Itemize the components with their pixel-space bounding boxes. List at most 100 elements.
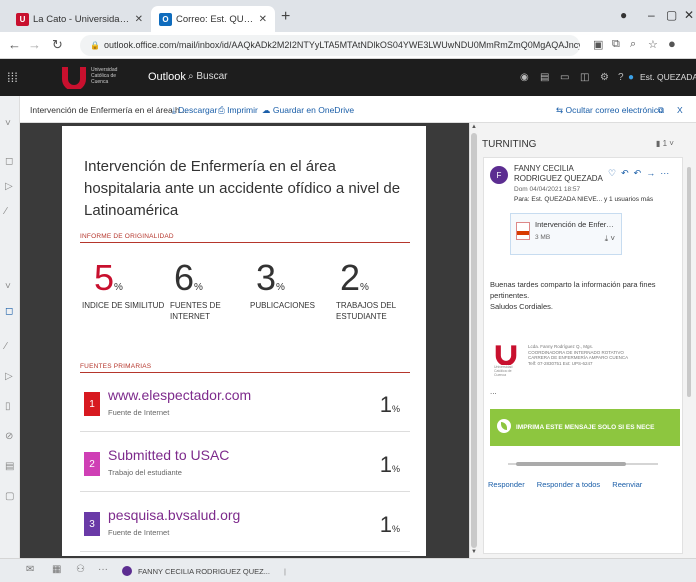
extension-icon[interactable]: ▣	[593, 38, 603, 51]
reading-pane-scrollbar[interactable]	[686, 157, 692, 554]
browser-tab-outlook[interactable]: O Correo: Est. QUEZADA NIEVES C ✕	[151, 6, 275, 32]
note-icon[interactable]: ▭	[560, 72, 569, 83]
calendar-icon[interactable]: ◫	[580, 72, 589, 83]
reload-icon[interactable]: ↻	[52, 37, 63, 53]
forward-icon[interactable]: →	[646, 168, 655, 178]
like-icon[interactable]: ♡	[608, 168, 616, 178]
quoted-text-toggle[interactable]: ...	[490, 387, 497, 396]
url-field[interactable]: 🔒 outlook.office.com/mail/inbox/id/AAQkAD…	[80, 35, 580, 56]
help-icon[interactable]: ?	[618, 72, 624, 83]
save-onedrive-button[interactable]: ☁ Guardar en OneDrive	[262, 105, 354, 116]
app-launcher-icon[interactable]: ⁞⁞⁞	[7, 70, 18, 85]
document-page: Intervención de Enfermería en el área ho…	[62, 126, 426, 556]
bookmark-star-icon[interactable]: ☆	[648, 38, 658, 51]
source-row: 2 Submitted to USAC Trabajo del estudian…	[80, 438, 410, 492]
document-title: Intervención de Enfermería en el área ho…	[84, 158, 401, 219]
send-icon[interactable]: ▷	[5, 371, 13, 382]
stat-value: 5	[94, 257, 115, 298]
draft-avatar-icon	[122, 566, 132, 576]
reply-icon[interactable]: ↶	[621, 168, 629, 178]
scroll-up-icon[interactable]: ▲	[471, 124, 477, 130]
people-icon[interactable]: ⚇	[76, 564, 85, 575]
publications-stat: 3% PUBLICACIONES	[250, 257, 315, 311]
profile-dot-icon[interactable]: ●	[620, 8, 627, 22]
tab-title: Correo: Est. QUEZADA NIEVES C	[176, 13, 255, 25]
edit-icon[interactable]: ∕	[5, 206, 7, 217]
scrollbar-thumb[interactable]	[687, 167, 691, 397]
user-label[interactable]: Est. QUEZADA NIE...	[640, 72, 696, 82]
archive-icon[interactable]: ▤	[5, 461, 14, 472]
university-logo-icon	[62, 67, 86, 89]
skype-icon[interactable]: ◉	[520, 72, 529, 83]
close-preview-button[interactable]: X	[677, 105, 683, 115]
collapse-icon[interactable]: ˅	[5, 281, 11, 292]
profile-icon[interactable]: ●	[668, 36, 676, 51]
close-tab-icon[interactable]: ✕	[135, 14, 143, 25]
source-type: Fuente de Internet	[108, 528, 170, 537]
attachment-menu-icon[interactable]: ⤓ ˅	[605, 234, 615, 244]
print-button[interactable]: ⎙ Imprimir	[218, 105, 258, 116]
collapse-icon[interactable]: ˅	[5, 118, 11, 129]
sender-name[interactable]: FANNY CECILIA RODRIGUEZ QUEZADA	[514, 164, 604, 184]
calendar-icon[interactable]: ▦	[52, 564, 61, 575]
delete-icon[interactable]: ▯	[5, 401, 11, 412]
popout-icon[interactable]: ⧉	[658, 105, 664, 116]
stat-value: 6	[174, 257, 195, 298]
sender-avatar[interactable]: F	[490, 166, 508, 184]
zoom-icon[interactable]: ⌕	[630, 38, 636, 51]
recipients-link[interactable]: Est. QUEZADA NIEVE... y 1 usuarios más	[531, 196, 653, 203]
attachment-card[interactable]: Intervención de Enfermería e... 3 MB ⤓ ˅	[510, 213, 622, 255]
settings-icon[interactable]: ⚙	[600, 72, 609, 83]
browser-tab-lacato[interactable]: U La Cato - Universidad Católica de ✕	[8, 6, 151, 32]
block-icon[interactable]: ⊘	[5, 431, 13, 442]
search-box[interactable]: ⌕ Buscar	[188, 71, 228, 82]
reply-button[interactable]: Responder	[488, 480, 525, 489]
message-recipients: Para: Est. QUEZADA NIEVE... y 1 usuarios…	[514, 196, 654, 203]
source-name: Submitted to USAC	[108, 447, 230, 463]
close-tab-icon[interactable]: ✕	[259, 14, 267, 25]
outlook-app-name[interactable]: Outlook	[148, 71, 186, 83]
hide-mail-button[interactable]: ⇆ Ocultar correo electrónico	[556, 105, 663, 116]
download-button[interactable]: ⤓ Descargar	[172, 105, 217, 116]
stat-label: INDICE DE SIMILITUD	[82, 301, 165, 310]
source-name: www.elespectador.com	[108, 387, 252, 403]
originality-header: INFORME DE ORIGINALIDAD	[80, 233, 410, 243]
send-icon[interactable]: ▷	[5, 181, 13, 192]
more-apps-icon[interactable]: ···	[98, 564, 108, 575]
new-tab-button[interactable]: +	[281, 8, 290, 26]
draft-label: FANNY CECILIA RODRIGUEZ QUEZ...	[138, 566, 270, 576]
scrollbar-thumb[interactable]	[516, 462, 626, 466]
document-scrollbar[interactable]: ▲ ▼	[469, 123, 478, 558]
stat-value: 3	[256, 257, 277, 298]
source-percent: 1%	[379, 512, 400, 537]
reply-all-button[interactable]: Responder a todos	[537, 480, 600, 489]
mail-icon[interactable]: ✉	[26, 564, 34, 575]
source-name: pesquisa.bvsalud.org	[108, 507, 241, 523]
close-window-button[interactable]: ✕	[684, 8, 694, 22]
source-type: Trabajo del estudiante	[108, 468, 182, 477]
reply-all-icon[interactable]: ↶	[634, 168, 642, 178]
scrollbar-thumb[interactable]	[471, 133, 477, 548]
back-icon[interactable]: ←	[8, 37, 21, 52]
message-horizontal-scrollbar[interactable]	[508, 461, 658, 466]
edit-icon[interactable]: ∕	[5, 341, 7, 352]
forward-icon[interactable]: →	[28, 37, 41, 52]
internet-sources-stat: 6% FUENTES DE INTERNET	[170, 257, 221, 322]
minimize-button[interactable]: –	[648, 8, 655, 22]
teams-icon[interactable]: ▤	[540, 72, 549, 83]
user-avatar[interactable]: ●	[628, 72, 634, 83]
forward-button[interactable]: Reenviar	[612, 480, 642, 489]
more-icon[interactable]: ···	[660, 168, 669, 178]
university-caption: Universidad Católica de Cuenca	[91, 67, 118, 85]
maximize-button[interactable]: ▢	[666, 8, 677, 22]
folder-icon[interactable]: ◻	[5, 156, 13, 167]
scroll-down-icon[interactable]: ▼	[471, 549, 477, 555]
cloud-icon: ☁	[262, 105, 273, 115]
message-count[interactable]: ▮ 1 ˅	[656, 139, 674, 148]
stat-unit: %	[360, 282, 369, 293]
draft-tab[interactable]: FANNY CECILIA RODRIGUEZ QUEZ... |	[122, 563, 286, 579]
inbox-icon[interactable]: ◻	[5, 306, 13, 317]
share-icon[interactable]: ⧉	[612, 38, 620, 51]
message-body: Buenas tardes comparto la información pa…	[490, 279, 676, 312]
note-icon[interactable]: ▢	[5, 491, 14, 502]
